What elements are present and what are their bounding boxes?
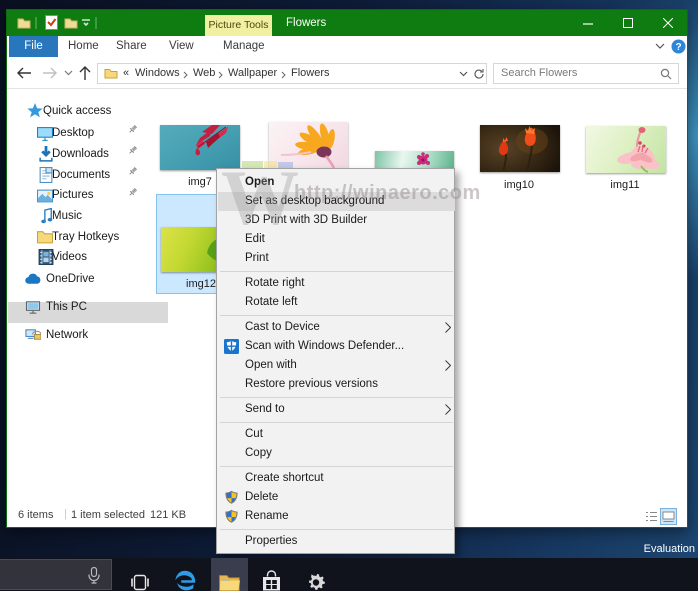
svg-text:?: ? [675,42,681,53]
